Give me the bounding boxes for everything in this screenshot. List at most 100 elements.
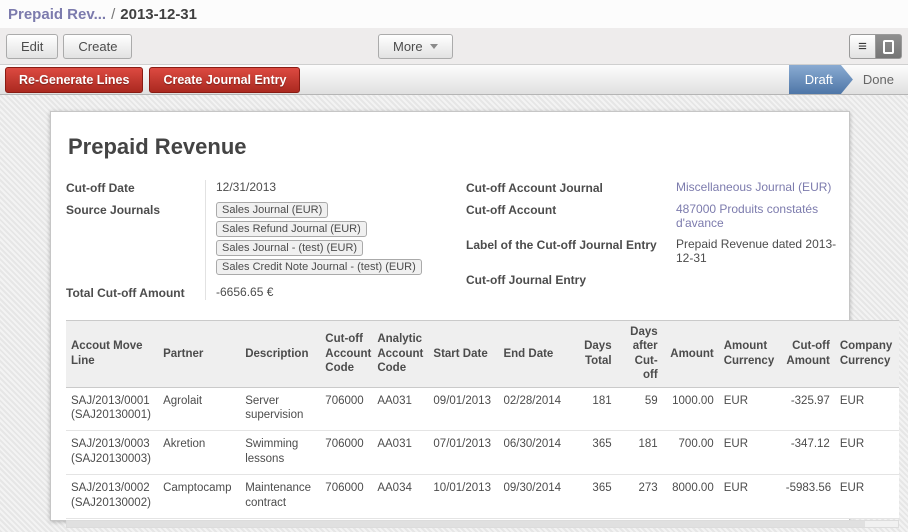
cell-amount: 8000.00: [663, 475, 719, 519]
cell-days-total: 365: [575, 431, 617, 475]
cutoff-account-journal-label: Cut-off Account Journal: [466, 180, 666, 195]
cell-start-date: 09/01/2013: [428, 387, 498, 431]
form-group-right: Cut-off Account Journal Miscellaneous Jo…: [466, 180, 844, 300]
col-company-currency: Company Currency: [835, 321, 899, 388]
cell-days-total: 365: [575, 475, 617, 519]
cell-days-after-cutoff: 59: [617, 387, 663, 431]
cell-description: Maintenance contract: [240, 475, 320, 519]
journal-tag[interactable]: Sales Credit Note Journal - (test) (EUR): [216, 259, 422, 275]
cell-description: Swimming lessons: [240, 431, 320, 475]
cell-partner: Akretion: [158, 431, 240, 475]
col-account-move-line: Accout Move Line: [66, 321, 158, 388]
col-cutoff-amount: Cut-off Amount: [781, 321, 835, 388]
create-button[interactable]: Create: [63, 34, 132, 59]
cutoff-journal-entry-value: [666, 272, 844, 287]
cell-amount: 1000.00: [663, 387, 719, 431]
cell-partner: Agrolait: [158, 387, 240, 431]
col-days-after-cutoff: Days after Cut-off: [617, 321, 663, 388]
cell-cutoff-amount: -325.97: [781, 387, 835, 431]
cell-move-line: SAJ/2013/0003 (SAJ20130003): [66, 431, 158, 475]
cell-days-total: 181: [575, 387, 617, 431]
cutoff-lines-table: Accout Move Line Partner Description Cut…: [66, 320, 899, 528]
cell-cutoff-account-code: 706000: [320, 475, 372, 519]
cutoff-account-value[interactable]: 487000 Produits constatés d'avance: [666, 202, 844, 230]
cell-move-line: SAJ/2013/0001 (SAJ20130001): [66, 387, 158, 431]
cell-end-date: 09/30/2014: [498, 475, 574, 519]
table-header-row: Accout Move Line Partner Description Cut…: [66, 321, 899, 388]
cell-company-currency: EUR: [835, 431, 899, 475]
source-journal-tags: Sales Journal (EUR) Sales Refund Journal …: [216, 202, 458, 278]
state-draft-badge: Draft: [789, 65, 853, 94]
cell-start-date: 10/01/2013: [428, 475, 498, 519]
col-amount: Amount: [663, 321, 719, 388]
cell-description: Server supervision: [240, 387, 320, 431]
regenerate-lines-button[interactable]: Re-Generate Lines: [5, 67, 143, 93]
total-cutoff-amount-label: Total Cut-off Amount: [66, 285, 206, 300]
table-row[interactable]: SAJ/2013/0003 (SAJ20130003) Akretion Swi…: [66, 431, 899, 475]
view-switcher: ≡: [849, 34, 902, 59]
col-analytic-account-code: Analytic Account Code: [372, 321, 428, 388]
cell-company-currency: EUR: [835, 475, 899, 519]
journal-tag[interactable]: Sales Journal - (test) (EUR): [216, 240, 363, 256]
page-title: Prepaid Revenue: [68, 134, 849, 160]
form-sheet: Prepaid Revenue Cut-off Date 12/31/2013 …: [50, 111, 850, 521]
control-bar: Edit Create More ≡: [0, 28, 908, 64]
content-background: Prepaid Revenue Cut-off Date 12/31/2013 …: [0, 95, 908, 532]
cutoff-account-label: Cut-off Account: [466, 202, 666, 230]
cell-cutoff-account-code: 706000: [320, 387, 372, 431]
form-group-left: Cut-off Date 12/31/2013 Source Journals …: [66, 180, 466, 300]
source-journals-label: Source Journals: [66, 202, 206, 278]
cell-analytic-account-code: AA031: [372, 431, 428, 475]
breadcrumb: Prepaid Rev... / 2013-12-31: [0, 0, 908, 28]
cell-amount-currency: EUR: [719, 431, 781, 475]
col-description: Description: [240, 321, 320, 388]
cell-cutoff-amount: -347.12: [781, 431, 835, 475]
form-view-button[interactable]: [875, 34, 902, 59]
cell-amount-currency: EUR: [719, 387, 781, 431]
state-indicator: Draft Done: [789, 65, 908, 94]
cell-move-line: SAJ/2013/0002 (SAJ20130002): [66, 475, 158, 519]
total-cutoff-amount-value: -6656.65 €: [206, 285, 466, 300]
journal-entry-label-value: Prepaid Revenue dated 2013-12-31: [666, 237, 844, 265]
more-dropdown-button[interactable]: More: [378, 34, 453, 59]
journal-tag[interactable]: Sales Journal (EUR): [216, 202, 328, 218]
table-row[interactable]: SAJ/2013/0001 (SAJ20130001) Agrolait Ser…: [66, 387, 899, 431]
chevron-down-icon: [430, 44, 438, 49]
col-start-date: Start Date: [428, 321, 498, 388]
col-amount-currency: Amount Currency: [719, 321, 781, 388]
journal-tag[interactable]: Sales Refund Journal (EUR): [216, 221, 367, 237]
list-view-button[interactable]: ≡: [849, 34, 876, 59]
cell-days-after-cutoff: 181: [617, 431, 663, 475]
table-row[interactable]: SAJ/2013/0002 (SAJ20130002) Camptocamp M…: [66, 475, 899, 519]
scrollbar-thumb[interactable]: [67, 521, 865, 527]
cell-company-currency: EUR: [835, 387, 899, 431]
cell-start-date: 07/01/2013: [428, 431, 498, 475]
cell-amount: 700.00: [663, 431, 719, 475]
cutoff-account-journal-value[interactable]: Miscellaneous Journal (EUR): [666, 180, 844, 195]
horizontal-scrollbar[interactable]: [66, 520, 899, 528]
edit-button[interactable]: Edit: [6, 34, 58, 59]
cell-cutoff-account-code: 706000: [320, 431, 372, 475]
form-icon: [883, 40, 894, 54]
cell-cutoff-amount: -5983.56: [781, 475, 835, 519]
cell-days-after-cutoff: 273: [617, 475, 663, 519]
cutoff-journal-entry-label: Cut-off Journal Entry: [466, 272, 666, 287]
cell-analytic-account-code: AA034: [372, 475, 428, 519]
form-fields: Cut-off Date 12/31/2013 Source Journals …: [66, 180, 849, 300]
col-cutoff-account-code: Cut-off Account Code: [320, 321, 372, 388]
journal-entry-label-label: Label of the Cut-off Journal Entry: [466, 237, 666, 265]
status-bar: Re-Generate Lines Create Journal Entry D…: [0, 64, 908, 95]
create-journal-entry-button[interactable]: Create Journal Entry: [149, 67, 300, 93]
cutoff-date-label: Cut-off Date: [66, 180, 206, 195]
list-icon: ≡: [858, 39, 867, 54]
cell-end-date: 06/30/2014: [498, 431, 574, 475]
more-label: More: [393, 39, 423, 54]
source-journals-value: Sales Journal (EUR) Sales Refund Journal …: [206, 202, 466, 278]
cell-analytic-account-code: AA031: [372, 387, 428, 431]
breadcrumb-separator: /: [106, 6, 120, 23]
breadcrumb-current: 2013-12-31: [120, 6, 197, 23]
cell-end-date: 02/28/2014: [498, 387, 574, 431]
state-done-label: Done: [853, 72, 908, 87]
breadcrumb-parent-link[interactable]: Prepaid Rev...: [8, 6, 106, 23]
col-partner: Partner: [158, 321, 240, 388]
